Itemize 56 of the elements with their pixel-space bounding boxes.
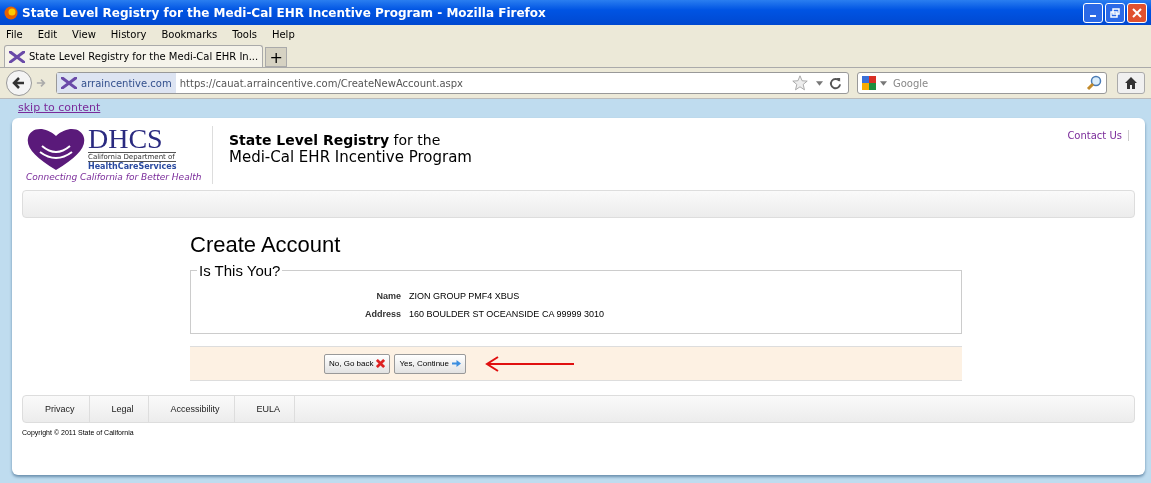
search-icon[interactable] bbox=[1086, 75, 1102, 91]
field-value: ZION GROUP PMF4 XBUS bbox=[409, 291, 521, 301]
restore-icon bbox=[1110, 7, 1120, 18]
continue-button[interactable]: Yes, Continue bbox=[394, 353, 466, 374]
bookmark-star-icon[interactable] bbox=[792, 75, 808, 91]
reload-icon[interactable] bbox=[829, 76, 842, 90]
site-identity-button[interactable]: arraincentive.com bbox=[57, 73, 176, 93]
search-engine-icon bbox=[862, 76, 876, 90]
logo-tagline: Connecting California for Better Health bbox=[26, 172, 203, 182]
search-box[interactable]: Google bbox=[857, 72, 1107, 94]
footer-link[interactable]: Privacy bbox=[23, 396, 90, 422]
site-title: State Level Registry for the bbox=[229, 132, 442, 149]
minimize-button[interactable] bbox=[1083, 2, 1103, 23]
favicon-icon bbox=[61, 77, 77, 89]
field-label: Address bbox=[364, 309, 401, 319]
maximize-button[interactable] bbox=[1105, 2, 1125, 23]
caret-icon[interactable] bbox=[816, 80, 823, 86]
back-button[interactable] bbox=[6, 70, 32, 96]
field-label: Name bbox=[375, 291, 401, 301]
arrow-icon bbox=[452, 359, 461, 368]
logo-services-text: HealthCareServices bbox=[88, 162, 177, 171]
skip-link[interactable]: skip to content bbox=[18, 101, 101, 114]
address-bar[interactable]: arraincentive.com https://cauat.arraincentive.com/CreateNewAccount.aspx bbox=[56, 72, 849, 94]
home-button[interactable] bbox=[1117, 72, 1145, 94]
footer-link[interactable]: Legal bbox=[89, 396, 149, 422]
caret-icon[interactable] bbox=[880, 80, 887, 86]
menu-item[interactable]: Tools bbox=[232, 28, 257, 40]
menu-item[interactable]: File bbox=[6, 28, 23, 40]
footer-link[interactable]: Accessibility bbox=[148, 396, 235, 422]
browser-logo-icon bbox=[4, 5, 18, 20]
close-icon bbox=[1132, 7, 1142, 18]
favicon-icon bbox=[9, 50, 25, 63]
new-tab-button[interactable]: + bbox=[265, 47, 288, 67]
browser-tab[interactable]: State Level Registry for the Medi-Cal EHR In... bbox=[4, 45, 264, 67]
forward-arrow-icon bbox=[36, 78, 46, 88]
cross-icon bbox=[376, 359, 386, 368]
contact-link[interactable]: Contact Us bbox=[1067, 130, 1129, 141]
site-title: Medi-Cal EHR Incentive Program bbox=[229, 149, 473, 166]
footer-link[interactable]: EULA bbox=[234, 396, 296, 422]
field-value: 160 BOULDER ST OCEANSIDE CA 99999 3010 bbox=[409, 309, 605, 319]
back-arrow-icon bbox=[12, 76, 26, 90]
panel-legend: Is This You? bbox=[197, 262, 283, 279]
heart-logo-icon bbox=[26, 126, 86, 172]
menu-item[interactable]: Help bbox=[271, 28, 295, 40]
go-back-button[interactable]: No, Go back bbox=[324, 353, 391, 374]
menu-item[interactable]: Edit bbox=[37, 28, 58, 40]
home-icon bbox=[1124, 76, 1138, 90]
page-title: Create Account bbox=[190, 232, 342, 258]
close-button[interactable] bbox=[1127, 2, 1147, 23]
url-text: https://cauat.arraincentive.com/CreateNewAccount.aspx bbox=[178, 77, 465, 89]
menu-item[interactable]: View bbox=[72, 28, 96, 40]
menu-item[interactable]: Bookmarks bbox=[161, 28, 218, 40]
logo-letters: DHCS bbox=[88, 126, 164, 152]
minimize-icon bbox=[1090, 15, 1096, 17]
window-title: State Level Registry for the Medi-Cal EHR Incentive Program - Mozilla Firefox bbox=[22, 5, 547, 20]
menu-item[interactable]: History bbox=[110, 28, 147, 40]
